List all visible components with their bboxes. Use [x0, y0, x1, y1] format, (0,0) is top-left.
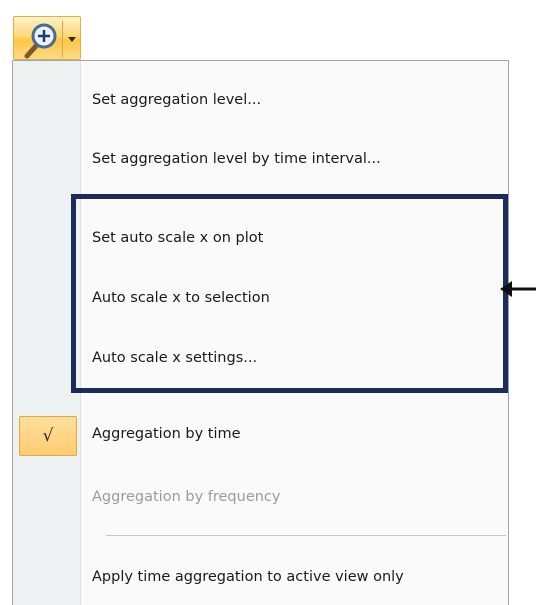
menu-item-label: Set aggregation level by time interval..…: [92, 151, 381, 167]
checkmark-icon: √: [19, 416, 77, 456]
left-arrow-icon: [500, 281, 536, 297]
zoom-dropdown-button[interactable]: [13, 16, 81, 60]
menu-item-label: Set aggregation level...: [92, 92, 262, 108]
menu-item-aggregation-by-time[interactable]: √ Aggregation by time: [13, 414, 508, 456]
menu-separator: [106, 535, 506, 536]
menu-item-aggregation-by-frequency: Aggregation by frequency: [13, 477, 508, 517]
dropdown-arrow-icon[interactable]: [67, 35, 77, 43]
menu-item-label: Apply time aggregation to active view on…: [92, 569, 404, 585]
menu-item-label: Aggregation by frequency: [92, 489, 281, 505]
menu-item-set-aggregation-level-by-time-interval[interactable]: Set aggregation level by time interval..…: [13, 139, 508, 179]
menu-item-apply-time-aggregation-active-view-only[interactable]: Apply time aggregation to active view on…: [13, 557, 508, 597]
menu-item-label: Aggregation by time: [92, 426, 241, 442]
highlight-frame: [71, 194, 508, 393]
button-divider: [62, 21, 63, 57]
magnifier-zoom-in-icon: [24, 23, 57, 59]
menu-item-set-aggregation-level[interactable]: Set aggregation level...: [13, 80, 508, 120]
